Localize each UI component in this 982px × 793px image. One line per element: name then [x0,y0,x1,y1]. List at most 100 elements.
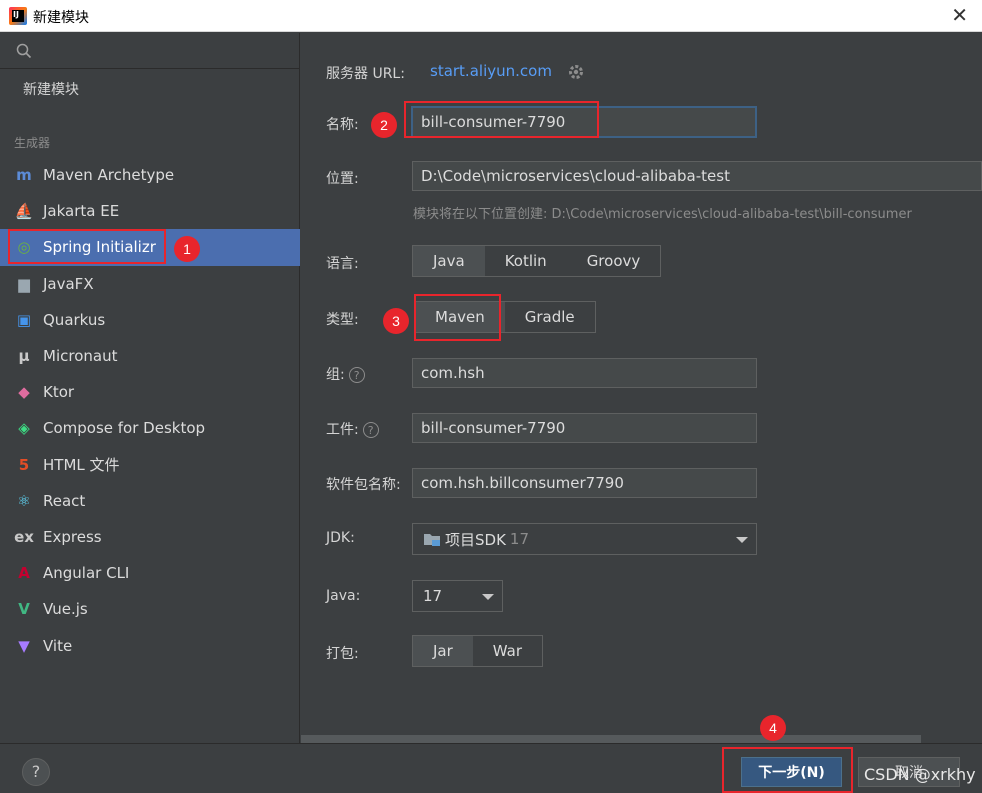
name-input[interactable]: bill-consumer-7790 [411,106,757,138]
vite-icon: ▼ [18,636,30,655]
folder-icon: ▆ [18,274,30,293]
java-version-value: 17 [423,587,443,605]
module-form: 服务器 URL: start.aliyun.com 名称: bill-consu… [301,33,982,743]
sidebar-item-label: Express [43,527,102,546]
group-label-text: 组: [326,367,345,383]
angular-icon: A [18,564,30,583]
java-version-select[interactable]: 17 [412,580,503,612]
build-type-selector: Maven Gradle [414,301,596,333]
sidebar-item-label: Maven Archetype [43,166,175,185]
annotation-badge-2: 2 [371,112,397,138]
generator-sidebar: 新建模块 生成器 m Maven Archetype ⛵ Jakarta EE ◎ Spr… [0,33,300,743]
chevron-down-icon [736,537,748,543]
package-input[interactable]: com.hsh.billconsumer7790 [412,468,757,498]
sidebar-item-spring[interactable]: ◎ Spring Initializr [0,229,300,266]
vue-icon: V [18,600,30,619]
help-icon[interactable]: ? [348,367,365,383]
sidebar-item-express[interactable]: ex Express [0,519,300,555]
name-label: 名称: [326,117,359,133]
location-input[interactable]: D:\Code\microservices\cloud-alibaba-test [412,161,982,191]
sidebar-item-jakarta[interactable]: ⛵ Jakarta EE [0,193,300,229]
packaging-selector: Jar War [412,635,544,667]
close-icon[interactable]: ✕ [951,3,968,27]
sidebar-item-react[interactable]: ⚛ React [0,483,300,519]
quarkus-icon: ▣ [16,310,32,329]
java-label: Java: [326,588,361,604]
sidebar-item-maven[interactable]: m Maven Archetype [0,157,300,193]
location-label: 位置: [326,171,359,187]
jdk-select[interactable]: 项目SDK 17 [412,523,757,555]
sidebar-item-label: React [43,491,86,510]
express-icon: ex [14,527,34,546]
sidebar-new-module[interactable]: 新建模块 [23,79,79,99]
csdn-watermark: CSDN @xrkhy [864,765,976,784]
sidebar-item-label: Compose for Desktop [43,419,206,438]
sidebar-item-vite[interactable]: ▼ Vite [0,627,300,663]
type-label: 类型: [326,312,359,328]
language-label: 语言: [326,256,359,272]
sidebar-item-label: Quarkus [43,310,106,329]
generator-list: m Maven Archetype ⛵ Jakarta EE ◎ Spring Initi… [0,157,300,664]
packaging-label: 打包: [326,646,359,662]
sidebar-item-vue[interactable]: V Vue.js [0,591,300,627]
sidebar-item-label: JavaFX [43,274,94,293]
generators-section-label: 生成器 [14,136,51,150]
sidebar-item-label: HTML 文件 [43,456,120,475]
location-hint: 模块将在以下位置创建: D:\Code\microservices\cloud-… [413,207,912,222]
sidebar-item-label: Jakarta EE [43,202,120,221]
compose-icon: ◈ [18,419,30,438]
group-label: 组:? [326,364,365,384]
html5-icon: 5 [18,455,30,474]
jdk-version: 17 [509,530,530,548]
type-option-maven[interactable]: Maven [415,302,505,332]
intellij-logo-icon: IJ [9,7,27,25]
sidebar-item-folder[interactable]: ▆ JavaFX [0,266,300,302]
server-url-link[interactable]: start.aliyun.com [430,62,552,80]
sidebar-item-label: Spring Initializr [43,238,156,257]
sidebar-item-label: Ktor [43,383,75,402]
sidebar-item-compose[interactable]: ◈ Compose for Desktop [0,410,300,446]
sidebar-item-label: Angular CLI [43,564,130,583]
jdk-label: JDK: [326,530,355,546]
sidebar-item-ktor[interactable]: ◆ Ktor [0,374,300,410]
packaging-option-jar[interactable]: Jar [413,636,473,666]
annotation-badge-3: 3 [383,308,409,334]
language-option-java[interactable]: Java [413,246,485,276]
chevron-down-icon [482,594,494,600]
react-icon: ⚛ [17,491,31,510]
type-option-gradle[interactable]: Gradle [505,302,595,332]
horizontal-scrollbar[interactable] [301,735,921,743]
micronaut-icon: μ [18,347,30,366]
artifact-input[interactable]: bill-consumer-7790 [412,413,757,443]
sidebar-item-html5[interactable]: 5 HTML 文件 [0,447,300,483]
artifact-label: 工件:? [326,419,379,439]
gear-icon[interactable] [567,63,585,81]
artifact-label-text: 工件: [326,422,359,438]
server-url-label: 服务器 URL: [326,66,405,82]
dialog-footer: ? 下一步(N) 取消 [0,743,982,793]
folder-icon [424,534,440,546]
sidebar-item-angular[interactable]: A Angular CLI [0,555,300,591]
annotation-badge-1: 1 [174,236,200,262]
sidebar-item-label: Vite [43,636,73,655]
next-button[interactable]: 下一步(N) [741,757,842,787]
ktor-icon: ◆ [18,383,30,402]
help-button[interactable]: ? [22,758,50,786]
group-input[interactable]: com.hsh [412,358,757,388]
package-label: 软件包名称: [326,477,401,493]
language-option-kotlin[interactable]: Kotlin [485,246,567,276]
search-icon [16,43,32,59]
jakarta-icon: ⛵ [14,202,34,221]
sidebar-item-micronaut[interactable]: μ Micronaut [0,338,300,374]
annotation-badge-4: 4 [760,715,786,741]
sidebar-item-quarkus[interactable]: ▣ Quarkus [0,302,300,338]
sidebar-item-label: Micronaut [43,347,118,366]
packaging-option-war[interactable]: War [473,636,542,666]
language-option-groovy[interactable]: Groovy [567,246,661,276]
sidebar-search[interactable] [0,33,299,69]
language-selector: Java Kotlin Groovy [412,245,662,277]
spring-icon: ◎ [17,238,31,257]
jdk-value: 项目SDK [445,530,506,549]
maven-icon: m [16,166,32,185]
help-icon[interactable]: ? [362,422,379,438]
